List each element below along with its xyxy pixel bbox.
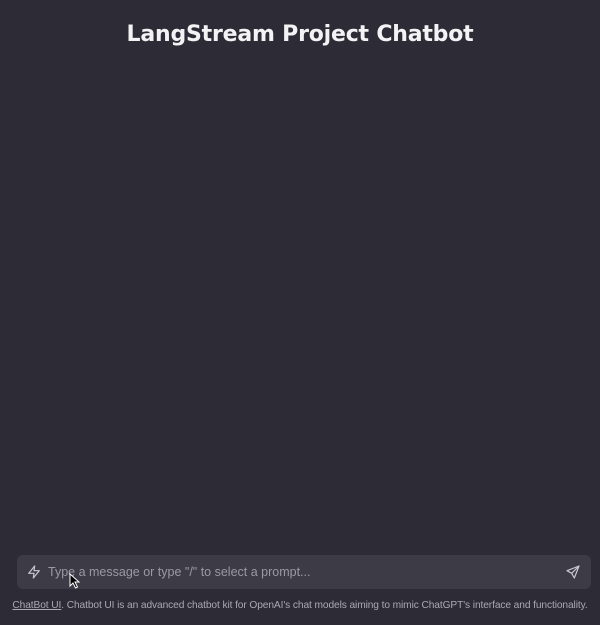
chat-messages-area: [0, 70, 600, 545]
send-button[interactable]: [565, 564, 581, 580]
chatbot-ui-link[interactable]: ChatBot UI: [12, 600, 61, 611]
message-composer: [17, 555, 591, 589]
footer-disclaimer: ChatBot UI. Chatbot UI is an advanced ch…: [0, 600, 600, 611]
page-title: LangStream Project Chatbot: [126, 22, 474, 47]
footer-text: . Chatbot UI is an advanced chatbot kit …: [61, 600, 588, 611]
bolt-icon[interactable]: [26, 564, 42, 580]
message-input[interactable]: [47, 555, 557, 589]
send-icon: [566, 565, 580, 579]
chat-app: LangStream Project Chatbot ChatBot UI. C…: [0, 0, 600, 625]
